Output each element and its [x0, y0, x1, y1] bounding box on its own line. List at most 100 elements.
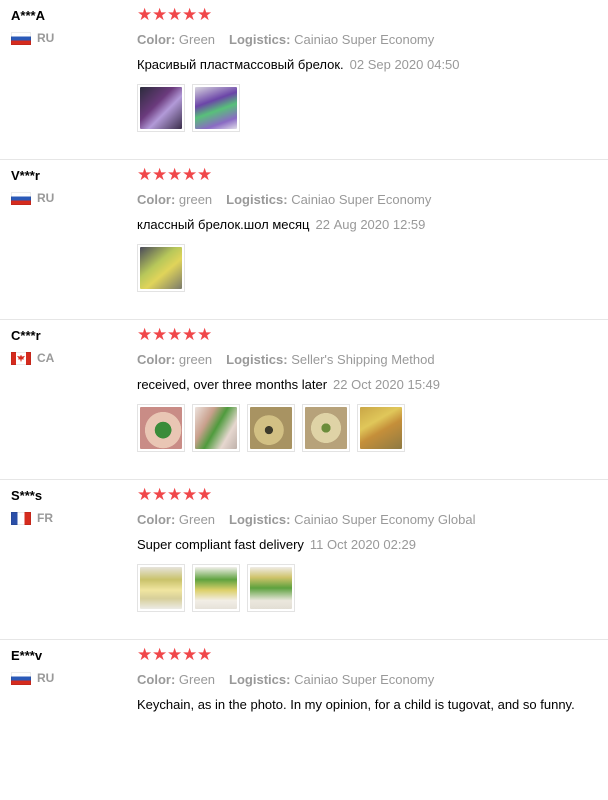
color-value: Green [178, 32, 216, 47]
review-photo-thumbnail[interactable] [247, 564, 295, 612]
review-photo-image [195, 87, 237, 129]
color-label: Color: [137, 192, 176, 207]
reviewer-name: C***r [11, 328, 41, 343]
star-icon: ★ [182, 165, 198, 184]
logistics-label: Logistics: [229, 672, 291, 687]
star-rating: ★ ★ ★ ★ ★ [137, 325, 608, 344]
review-meta: Color: Green Logistics: Cainiao Super Eco… [137, 672, 608, 688]
country-code: RU [37, 671, 55, 685]
star-icon: ★ [137, 645, 153, 664]
review-photo-thumbnail[interactable] [357, 404, 405, 452]
country-flag-icon [11, 191, 31, 205]
review-text-row: Keychain, as in the photo. In my opinion… [137, 696, 608, 714]
review-date: 22 Oct 2020 15:49 [333, 377, 441, 392]
review-photo-image [140, 87, 182, 129]
star-icon: ★ [152, 485, 168, 504]
reviewer-country: RU [11, 30, 121, 46]
review-item: E***v RU ★ ★ ★ ★ ★ Color: Green Logistics: Caini… [0, 640, 608, 800]
review-text-row: Super compliant fast delivery 11 Oct 2020… [137, 536, 608, 554]
logistics-value: Cainiao Super Economy [294, 32, 435, 47]
star-icon: ★ [167, 645, 183, 664]
reviewer-info: V***r RU [11, 168, 121, 206]
star-icon: ★ [167, 165, 183, 184]
review-photo-thumbnail[interactable] [247, 404, 295, 452]
review-meta: Color: Green Logistics: Cainiao Super Eco… [137, 32, 608, 48]
maple-leaf-icon [17, 354, 25, 362]
color-value: Green [178, 672, 216, 687]
review-item: V***r RU ★ ★ ★ ★ ★ Color: green Logistics: Caini… [0, 160, 608, 320]
star-icon: ★ [137, 485, 153, 504]
star-icon: ★ [197, 325, 213, 344]
review-photo-image [140, 247, 182, 289]
review-photo-thumbnail[interactable] [302, 404, 350, 452]
star-icon: ★ [152, 645, 168, 664]
logistics-label: Logistics: [229, 512, 291, 527]
review-text: классный брелок.шол месяц [137, 217, 310, 232]
review-item: S***s FR ★ ★ ★ ★ ★ Color: Green Logistics: Caini… [0, 480, 608, 640]
review-list: A***A RU ★ ★ ★ ★ ★ Color: Green Logistics: Caini… [0, 0, 608, 800]
star-rating: ★ ★ ★ ★ ★ [137, 165, 608, 184]
logistics-value: Seller's Shipping Method [291, 352, 435, 367]
reviewer-info: E***v RU [11, 648, 121, 686]
country-code: CA [37, 351, 55, 365]
review-photo-thumbnail[interactable] [192, 404, 240, 452]
review-meta: Color: green Logistics: Cainiao Super Eco… [137, 192, 608, 208]
star-icon: ★ [197, 645, 213, 664]
review-photos [137, 84, 608, 132]
logistics-label: Logistics: [226, 352, 288, 367]
color-label: Color: [137, 32, 176, 47]
review-item: A***A RU ★ ★ ★ ★ ★ Color: Green Logistics: Caini… [0, 0, 608, 160]
review-photos [137, 564, 608, 612]
review-date: 02 Sep 2020 04:50 [349, 57, 460, 72]
star-rating: ★ ★ ★ ★ ★ [137, 485, 608, 504]
reviewer-name: A***A [11, 8, 45, 23]
reviewer-country: RU [11, 190, 121, 206]
star-icon: ★ [182, 485, 198, 504]
review-content: ★ ★ ★ ★ ★ Color: Green Logistics: Cainiao Supe… [137, 5, 608, 132]
review-content: ★ ★ ★ ★ ★ Color: green Logistics: Cainiao Supe… [137, 165, 608, 292]
review-photos [137, 244, 608, 292]
review-photo-image [360, 407, 402, 449]
star-icon: ★ [167, 5, 183, 24]
star-icon: ★ [152, 5, 168, 24]
review-meta: Color: green Logistics: Seller's Shipping… [137, 352, 608, 368]
review-photo-thumbnail[interactable] [137, 244, 185, 292]
review-item: C***r CA ★ ★ ★ ★ ★ Color: green Logistics: Selle… [0, 320, 608, 480]
review-photo-thumbnail[interactable] [137, 564, 185, 612]
review-photo-thumbnail[interactable] [192, 84, 240, 132]
star-icon: ★ [182, 5, 198, 24]
star-icon: ★ [137, 5, 153, 24]
star-icon: ★ [152, 325, 168, 344]
review-photo-image [195, 567, 237, 609]
logistics-label: Logistics: [226, 192, 288, 207]
review-photo-image [195, 407, 237, 449]
reviewer-info: S***s FR [11, 488, 121, 526]
reviewer-name: E***v [11, 648, 43, 663]
logistics-value: Cainiao Super Economy [294, 672, 435, 687]
review-content: ★ ★ ★ ★ ★ Color: green Logistics: Seller's Shi… [137, 325, 608, 452]
review-text: Красивый пластмассовый брелок. [137, 57, 344, 72]
review-photo-thumbnail[interactable] [137, 84, 185, 132]
star-icon: ★ [182, 645, 198, 664]
review-photo-image [250, 407, 292, 449]
country-flag-icon [11, 351, 31, 365]
review-photo-image [305, 407, 347, 449]
review-date: 11 Oct 2020 02:29 [309, 537, 416, 552]
color-label: Color: [137, 512, 176, 527]
country-code: FR [37, 511, 53, 525]
reviewer-name: V***r [11, 168, 40, 183]
country-code: RU [37, 31, 55, 45]
review-photo-thumbnail[interactable] [137, 404, 185, 452]
reviewer-country: FR [11, 510, 121, 526]
star-icon: ★ [167, 485, 183, 504]
review-photo-thumbnail[interactable] [192, 564, 240, 612]
review-text-row: Красивый пластмассовый брелок. 02 Sep 202… [137, 56, 608, 74]
review-text-row: received, over three months later 22 Oct … [137, 376, 608, 394]
country-flag-icon [11, 511, 31, 525]
review-meta: Color: Green Logistics: Cainiao Super Eco… [137, 512, 608, 528]
review-text: Keychain, as in the photo. In my opinion… [137, 697, 575, 712]
color-value: green [178, 352, 213, 367]
review-photo-image [140, 407, 182, 449]
star-icon: ★ [197, 165, 213, 184]
reviewer-country: CA [11, 350, 121, 366]
